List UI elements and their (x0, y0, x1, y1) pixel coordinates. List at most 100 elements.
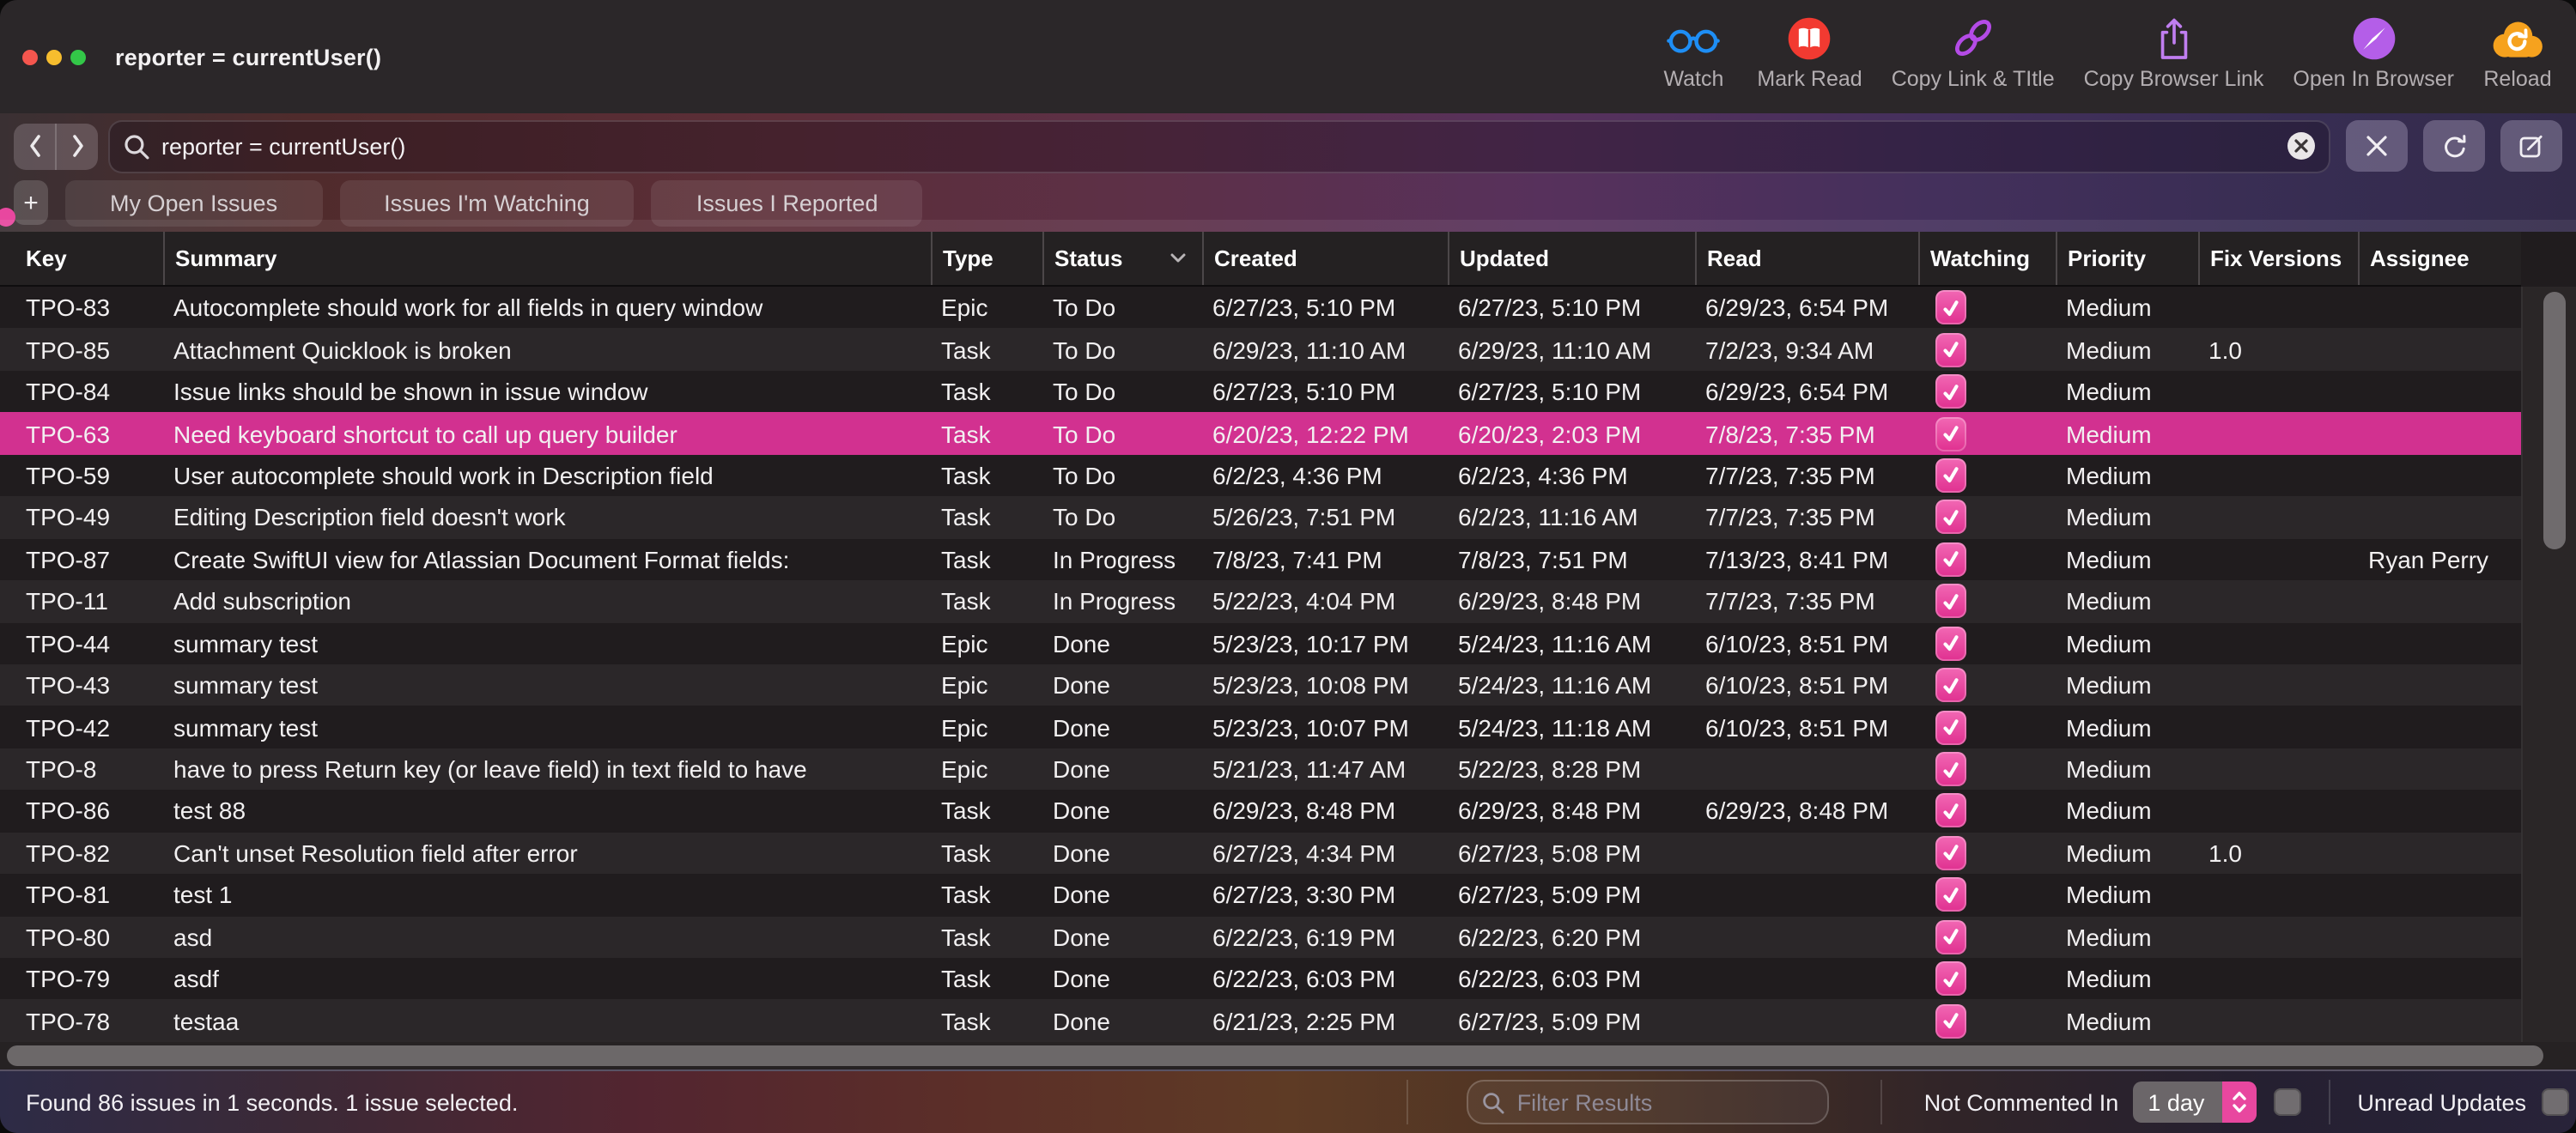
watching-checkbox[interactable] (1935, 710, 1966, 745)
table-row[interactable]: TPO-87 Create SwiftUI view for Atlassian… (0, 538, 2521, 581)
watching-checkbox[interactable] (1935, 919, 1966, 954)
table-row[interactable]: TPO-49 Editing Description field doesn't… (0, 496, 2521, 539)
horizontal-scrollbar-track[interactable] (0, 1042, 2576, 1069)
cell-type: Epic (941, 713, 988, 742)
cell-summary: summary test (173, 671, 319, 700)
column-header-watching[interactable]: Watching (1918, 232, 2056, 285)
column-header-assignee[interactable]: Assignee (2358, 232, 2521, 285)
clear-query-button[interactable] (2287, 132, 2315, 160)
selected-duration: 1 day (2148, 1089, 2205, 1115)
column-header-summary[interactable]: Summary (163, 232, 931, 285)
table-row[interactable]: TPO-8 have to press Return key (or leave… (0, 748, 2521, 791)
table-row[interactable]: TPO-59 User autocomplete should work in … (0, 454, 2521, 497)
query-input[interactable]: reporter = currentUser() (108, 119, 2330, 173)
tab-issues-i-reported[interactable]: Issues I Reported (651, 179, 923, 226)
watching-checkbox[interactable] (1935, 1003, 1966, 1039)
watching-checkbox[interactable] (1935, 752, 1966, 787)
cell-key: TPO-81 (26, 881, 111, 909)
open-in-browser-button[interactable]: Open In Browser (2293, 15, 2454, 90)
reload-button[interactable]: Reload (2483, 15, 2552, 90)
table-row[interactable]: TPO-86 test 88 Task Done 6/29/23, 8:48 P… (0, 790, 2521, 833)
table-row[interactable]: TPO-42 summary test Epic Done 5/23/23, 1… (0, 706, 2521, 748)
close-window-button[interactable] (22, 49, 38, 64)
refresh-query-button[interactable] (2423, 120, 2485, 172)
watching-checkbox[interactable] (1935, 961, 1966, 997)
statusbar-separator (2328, 1080, 2330, 1124)
watching-checkbox[interactable] (1935, 332, 1966, 367)
open-book-icon (1787, 15, 1833, 61)
watching-checkbox[interactable] (1935, 668, 1966, 703)
cell-key: TPO-78 (26, 1007, 111, 1035)
table-row[interactable]: TPO-11 Add subscription Task In Progress… (0, 580, 2521, 622)
table-row[interactable]: TPO-83 Autocomplete should work for all … (0, 287, 2521, 329)
cell-type: Epic (941, 755, 988, 784)
tab-my-open-issues[interactable]: My Open Issues (65, 179, 323, 226)
watching-checkbox[interactable] (1935, 877, 1966, 912)
column-header-updated[interactable]: Updated (1448, 232, 1695, 285)
table-row[interactable]: TPO-79 asdf Task Done 6/22/23, 6:03 PM 6… (0, 958, 2521, 1000)
column-header-fix-versions[interactable]: Fix Versions (2198, 232, 2358, 285)
watching-checkbox[interactable] (1935, 374, 1966, 409)
cell-created: 6/27/23, 3:30 PM (1212, 881, 1396, 909)
zoom-window-button[interactable] (70, 49, 86, 64)
mark-read-button[interactable]: Mark Read (1757, 15, 1862, 90)
table-row[interactable]: TPO-43 summary test Epic Done 5/23/23, 1… (0, 663, 2521, 706)
watching-checkbox[interactable] (1935, 542, 1966, 577)
watching-checkbox[interactable] (1935, 584, 1966, 619)
table-row[interactable]: TPO-81 test 1 Task Done 6/27/23, 3:30 PM… (0, 874, 2521, 917)
column-header-type[interactable]: Type (931, 232, 1042, 285)
add-tab-button[interactable]: + (14, 180, 48, 225)
cell-priority: Medium (2066, 461, 2152, 489)
table-row[interactable]: TPO-84 Issue links should be shown in is… (0, 370, 2521, 413)
copy-browser-link-button[interactable]: Copy Browser Link (2084, 15, 2263, 90)
unread-updates-checkbox[interactable] (2542, 1088, 2569, 1116)
horizontal-scrollbar-thumb[interactable] (7, 1045, 2543, 1066)
forward-button[interactable] (55, 123, 98, 169)
table-row[interactable]: TPO-85 Attachment Quicklook is broken Ta… (0, 328, 2521, 371)
cell-updated: 6/27/23, 5:10 PM (1458, 294, 1642, 322)
not-commented-in-checkbox[interactable] (2273, 1088, 2301, 1116)
table-row[interactable]: TPO-78 testaa Task Done 6/21/23, 2:25 PM… (0, 999, 2521, 1042)
cell-summary: asdf (173, 965, 219, 993)
cell-status: Done (1053, 629, 1110, 657)
cell-fix-versions: 1.0 (2208, 839, 2242, 867)
vertical-scrollbar-thumb[interactable] (2543, 292, 2566, 549)
watching-checkbox[interactable] (1935, 835, 1966, 870)
cell-priority: Medium (2066, 1007, 2152, 1035)
filter-results-input[interactable]: Filter Results (1467, 1080, 1830, 1124)
share-icon (2155, 15, 2193, 61)
watching-checkbox[interactable] (1935, 290, 1966, 325)
table-row[interactable]: TPO-63 Need keyboard shortcut to call up… (0, 412, 2521, 455)
tab-issues-im-watching[interactable]: Issues I'm Watching (339, 179, 635, 226)
cell-read (1695, 748, 1918, 791)
cell-fix-versions (2198, 874, 2358, 916)
cell-watching (1918, 706, 2056, 748)
column-header-read[interactable]: Read (1695, 232, 1918, 285)
cell-priority: Medium (2066, 378, 2152, 406)
cell-fix-versions (2198, 916, 2358, 958)
watch-button[interactable]: Watch (1659, 15, 1728, 90)
new-query-button[interactable] (2500, 120, 2562, 172)
back-button[interactable] (14, 123, 55, 169)
watching-checkbox[interactable] (1935, 626, 1966, 661)
column-header-status[interactable]: Status (1042, 232, 1202, 285)
watching-checkbox[interactable] (1935, 500, 1966, 535)
table-row[interactable]: TPO-44 summary test Epic Done 5/23/23, 1… (0, 622, 2521, 664)
copy-link-title-button[interactable]: Copy Link & TItle (1892, 15, 2055, 90)
search-icon (1483, 1092, 1505, 1113)
watching-checkbox[interactable] (1935, 793, 1966, 828)
column-header-created[interactable]: Created (1202, 232, 1448, 285)
toolbar: Watch Mark Read Copy Link & TItle Copy B… (1659, 15, 2552, 99)
table-row[interactable]: TPO-82 Can't unset Resolution field afte… (0, 832, 2521, 875)
not-commented-in-select[interactable]: 1 day (2132, 1082, 2257, 1123)
cancel-query-button[interactable] (2346, 120, 2408, 172)
minimize-window-button[interactable] (46, 49, 62, 64)
column-header-key[interactable]: Key (0, 232, 163, 285)
watching-checkbox[interactable] (1935, 457, 1966, 493)
cell-fix-versions (2198, 622, 2358, 664)
watching-checkbox[interactable] (1935, 416, 1966, 451)
table-row[interactable]: TPO-80 asd Task Done 6/22/23, 6:19 PM 6/… (0, 916, 2521, 958)
cell-status: In Progress (1053, 587, 1176, 615)
vertical-scrollbar-track[interactable] (2521, 287, 2576, 1042)
column-header-priority[interactable]: Priority (2056, 232, 2198, 285)
